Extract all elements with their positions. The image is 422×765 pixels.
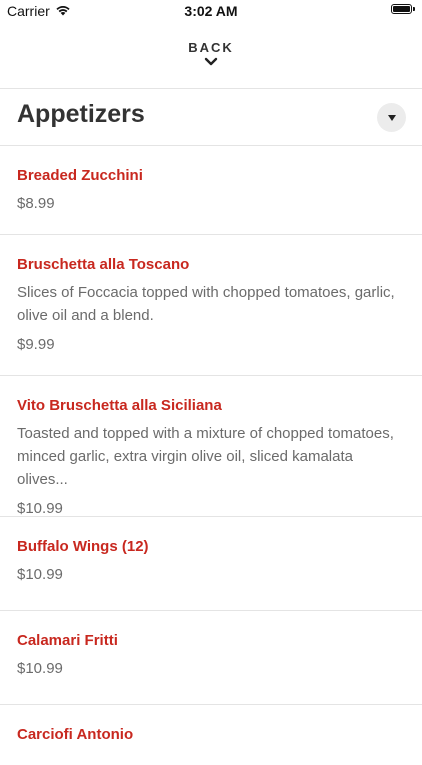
item-name: Calamari Fritti xyxy=(17,632,118,649)
item-name: Carciofi Antonio xyxy=(17,726,134,743)
item-price: $10.99 xyxy=(17,660,63,677)
item-name: Vito Bruschetta alla Siciliana xyxy=(17,397,222,414)
back-button[interactable]: BACK xyxy=(0,40,422,67)
item-name: Buffalo Wings (12) xyxy=(17,538,149,555)
status-bar: Carrier 3:02 AM xyxy=(0,0,422,22)
header-divider xyxy=(0,88,422,89)
menu-item[interactable]: Bruschetta alla Toscano Slices of Foccac… xyxy=(0,235,422,376)
chevron-down-icon xyxy=(204,57,218,66)
menu-item[interactable]: Buffalo Wings (12) $10.99 xyxy=(0,517,422,611)
item-price: $10.99 xyxy=(17,566,63,583)
menu-item[interactable]: Calamari Fritti $10.99 xyxy=(0,611,422,705)
caret-down-icon xyxy=(387,114,396,121)
menu-list: Breaded Zucchini $8.99 Bruschetta alla T… xyxy=(0,146,422,765)
item-description: Slices of Foccacia topped with chopped t… xyxy=(17,284,395,324)
battery-icon xyxy=(391,4,415,14)
menu-item[interactable]: Breaded Zucchini $8.99 xyxy=(0,146,422,235)
back-label: BACK xyxy=(188,40,234,55)
item-price: $9.99 xyxy=(17,336,55,353)
item-price: $8.99 xyxy=(17,195,55,212)
item-description: Toasted and topped with a mixture of cho… xyxy=(17,425,394,488)
item-price: $10.99 xyxy=(17,500,63,517)
status-time: 3:02 AM xyxy=(184,3,238,19)
menu-item[interactable]: Vito Bruschetta alla Siciliana Toasted a… xyxy=(0,376,422,517)
menu-item[interactable]: Carciofi Antonio xyxy=(0,705,422,765)
item-name: Breaded Zucchini xyxy=(17,167,143,184)
section-toggle-button[interactable] xyxy=(377,103,406,132)
item-name: Bruschetta alla Toscano xyxy=(17,256,190,273)
section-title: Appetizers xyxy=(17,100,145,128)
